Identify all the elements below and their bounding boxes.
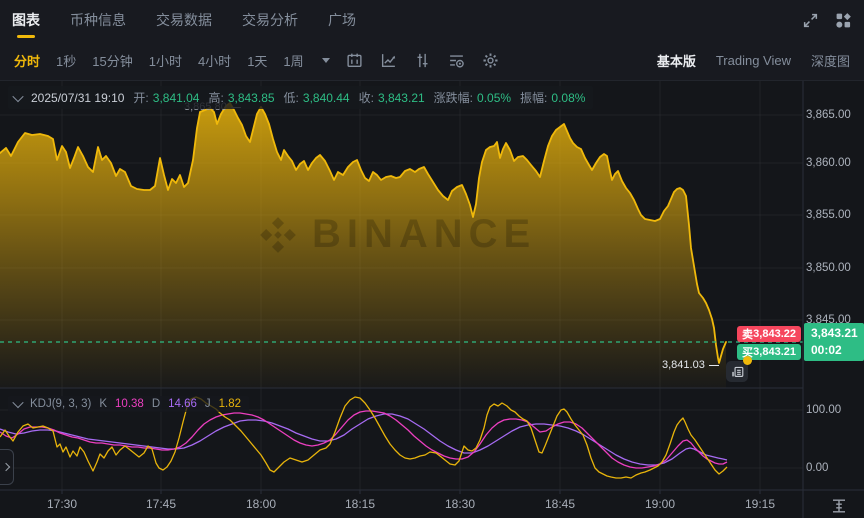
tab-coin-info[interactable]: 币种信息 [70,0,126,40]
view-depth[interactable]: 深度图 [811,51,850,70]
collapse-chevron-icon[interactable] [12,90,23,101]
interval-1w[interactable]: 1周 [283,51,303,70]
tab-chart[interactable]: 图表 [12,0,40,40]
amplitude-label: 振幅: [520,89,547,106]
kdj-d-label: D [152,398,160,410]
close-label: 收: [359,89,374,106]
close-value: 3,843.21 [378,91,425,105]
low-mark-dash [709,365,719,366]
tab-square[interactable]: 广场 [328,0,356,40]
sliders-icon[interactable] [414,52,431,69]
last-price-badge: 3,843.21 00:02 [804,323,864,361]
open-value: 3,841.04 [153,91,200,105]
view-basic[interactable]: 基本版 [657,51,696,70]
tab-trade-analysis[interactable]: 交易分析 [242,0,298,40]
view-tradingview[interactable]: Trading View [716,53,791,68]
indicator-list-icon[interactable] [448,52,465,69]
kdj-title: KDJ(9, 3, 3) [30,398,91,410]
gear-icon[interactable] [482,52,499,69]
ohlc-datetime: 2025/07/31 19:10 [31,91,124,105]
low-value: 3,840.44 [303,91,350,105]
interval-dropdown-caret[interactable] [322,58,330,63]
sell-badge[interactable]: 卖 3,843.22 [737,326,801,342]
expand-icon[interactable] [802,12,819,29]
amplitude-value: 0.08% [551,91,585,105]
sell-label: 卖 [742,326,753,342]
sell-price: 3,843.22 [753,328,796,340]
kdj-header: KDJ(9, 3, 3) K 10.38 D 14.66 J 1.82 [8,396,249,412]
buy-price: 3,843.21 [753,346,796,358]
change-label: 涨跌幅: [434,89,473,106]
orderbook-icon [731,365,744,378]
change-value: 0.05% [477,91,511,105]
interval-1d[interactable]: 1天 [247,51,267,70]
trend-line-icon[interactable] [380,52,397,69]
high-label: 高: [208,89,223,106]
kdj-k-value: 10.38 [115,398,144,410]
interval-4h[interactable]: 4小时 [198,51,231,70]
kdj-collapse-chevron-icon[interactable] [12,397,23,408]
interval-fenshi[interactable]: 分时 [14,51,40,70]
panel-expand-handle[interactable] [0,449,14,485]
notification-dot [743,356,752,365]
interval-1h[interactable]: 1小时 [149,51,182,70]
calendar-icon[interactable] [346,52,363,69]
order-quote-badges: 卖 3,843.22 买 3,843.21 [737,326,801,360]
low-label: 低: [284,89,299,106]
kdj-k-label: K [99,398,107,410]
tab-trading-data[interactable]: 交易数据 [156,0,212,40]
high-value: 3,843.85 [228,91,275,105]
open-label: 开: [133,89,148,106]
interval-1s[interactable]: 1秒 [56,51,76,70]
orderbook-button[interactable] [726,361,748,382]
interval-15m[interactable]: 15分钟 [92,51,132,70]
ohlc-info-row: 2025/07/31 19:10 开: 3,841.04 高: 3,843.85 低… [8,86,593,109]
last-price-value: 3,843.21 [811,325,864,342]
kdj-d-value: 14.66 [168,398,197,410]
trading-chart-app: BINANCE 图表 币种信息 交易数据 交易分析 广场 [0,0,864,518]
chevron-right-icon [1,463,9,471]
chart-toolbar: 分时 1秒 15分钟 1小时 4小时 1天 1周 [0,40,864,81]
session-low-label: 3,841.03 [662,359,719,371]
kdj-j-value: 1.82 [219,398,241,410]
candle-countdown: 00:02 [811,342,864,359]
widgets-icon[interactable] [835,12,852,29]
price-scale-icon[interactable] [830,498,848,514]
top-tab-bar: 图表 币种信息 交易数据 交易分析 广场 [0,0,864,40]
kdj-j-label: J [205,398,211,410]
